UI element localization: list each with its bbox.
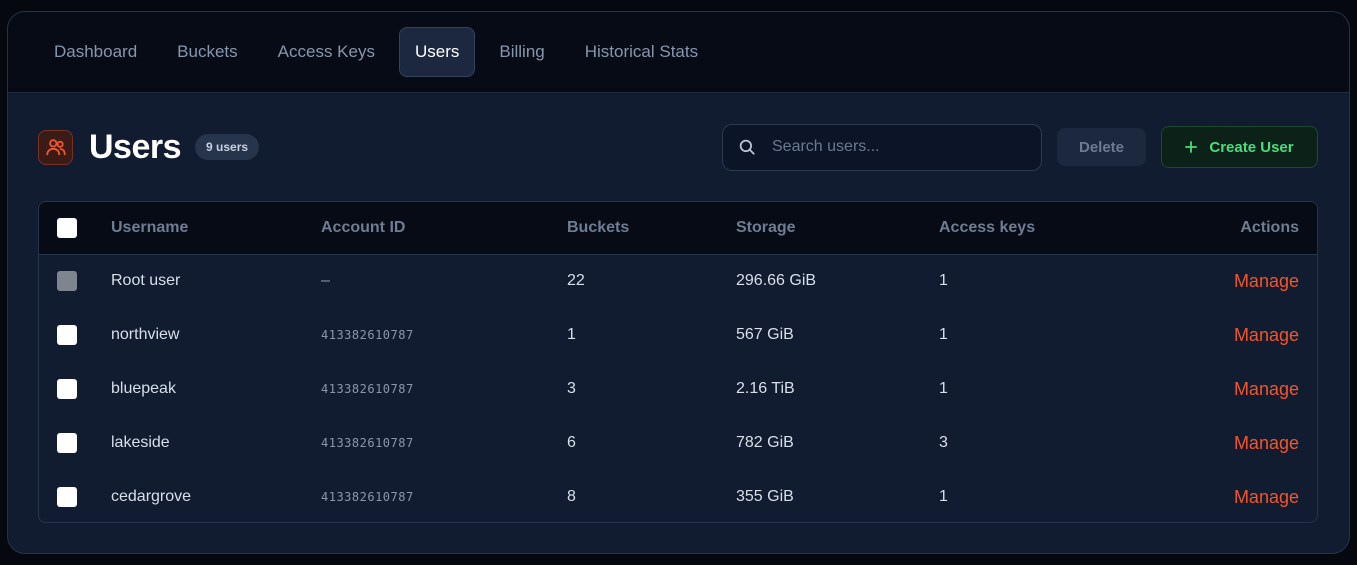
table-row: cedargrove 413382610787 8 355 GiB 1 Mana… bbox=[39, 470, 1317, 522]
row-check-cell bbox=[39, 470, 111, 522]
plus-icon bbox=[1185, 141, 1198, 153]
tab-access-keys[interactable]: Access Keys bbox=[262, 27, 391, 77]
column-header-actions: Actions bbox=[1199, 202, 1317, 255]
user-count-badge: 9 users bbox=[195, 134, 260, 160]
tab-billing[interactable]: Billing bbox=[483, 27, 560, 77]
username-cell: northview bbox=[111, 326, 180, 343]
column-header-username[interactable]: Username bbox=[111, 202, 321, 255]
account-id-cell: 413382610787 bbox=[321, 490, 414, 504]
access-keys-cell: 1 bbox=[939, 488, 948, 505]
manage-link[interactable]: Manage bbox=[1234, 487, 1299, 507]
tab-historical-stats[interactable]: Historical Stats bbox=[569, 27, 714, 77]
search-input[interactable] bbox=[772, 138, 1022, 156]
create-user-label: Create User bbox=[1209, 138, 1294, 156]
row-checkbox[interactable] bbox=[57, 325, 77, 345]
row-check-cell bbox=[39, 254, 111, 308]
row-checkbox[interactable] bbox=[57, 379, 77, 399]
search-icon bbox=[739, 139, 755, 155]
buckets-cell: 6 bbox=[567, 434, 576, 451]
actions-cell: Manage bbox=[1199, 416, 1317, 470]
manage-link[interactable]: Manage bbox=[1234, 433, 1299, 453]
actions-cell: Manage bbox=[1199, 308, 1317, 362]
account-id-cell: – bbox=[321, 272, 330, 290]
username-cell: bluepeak bbox=[111, 380, 176, 397]
account-id-cell: 413382610787 bbox=[321, 436, 414, 450]
storage-cell: 296.66 GiB bbox=[736, 272, 817, 290]
users-table: Username Account ID Buckets Storage Acce… bbox=[38, 201, 1318, 523]
table-row: bluepeak 413382610787 3 2.16 TiB 1 Manag… bbox=[39, 362, 1317, 416]
table-row: lakeside 413382610787 6 782 GiB 3 Manage bbox=[39, 416, 1317, 470]
buckets-cell: 1 bbox=[567, 326, 576, 343]
access-keys-cell: 1 bbox=[939, 272, 948, 290]
row-checkbox[interactable] bbox=[57, 487, 77, 507]
tab-buckets[interactable]: Buckets bbox=[161, 27, 253, 77]
delete-button[interactable]: Delete bbox=[1057, 128, 1146, 166]
users-icon bbox=[38, 129, 73, 165]
column-header-storage[interactable]: Storage bbox=[736, 202, 939, 255]
manage-link[interactable]: Manage bbox=[1234, 271, 1299, 291]
page-title: Users bbox=[89, 127, 182, 166]
account-id-cell: 413382610787 bbox=[321, 382, 414, 396]
storage-cell: 782 GiB bbox=[736, 434, 794, 451]
tab-dashboard[interactable]: Dashboard bbox=[38, 27, 153, 77]
access-keys-cell: 1 bbox=[939, 380, 948, 397]
column-header-buckets[interactable]: Buckets bbox=[567, 202, 736, 255]
table-header-row: Username Account ID Buckets Storage Acce… bbox=[39, 202, 1317, 255]
access-keys-cell: 1 bbox=[939, 326, 948, 343]
storage-cell: 2.16 TiB bbox=[736, 380, 795, 397]
column-header-account-id[interactable]: Account ID bbox=[321, 202, 567, 255]
actions-cell: Manage bbox=[1199, 362, 1317, 416]
app-window: Dashboard Buckets Access Keys Users Bill… bbox=[7, 11, 1350, 554]
account-id-cell: 413382610787 bbox=[321, 328, 414, 342]
row-check-cell bbox=[39, 308, 111, 362]
search-box[interactable] bbox=[722, 123, 1042, 171]
storage-cell: 567 GiB bbox=[736, 326, 794, 343]
username-cell: lakeside bbox=[111, 434, 170, 451]
manage-link[interactable]: Manage bbox=[1234, 325, 1299, 345]
row-checkbox bbox=[57, 271, 77, 292]
actions-cell: Manage bbox=[1199, 254, 1317, 308]
row-check-cell bbox=[39, 362, 111, 416]
actions-cell: Manage bbox=[1199, 470, 1317, 522]
row-check-cell bbox=[39, 416, 111, 470]
select-all-checkbox[interactable] bbox=[57, 217, 77, 238]
table-row: Root user – 22 296.66 GiB 1 Manage bbox=[39, 254, 1317, 308]
access-keys-cell: 3 bbox=[939, 434, 948, 451]
username-cell: cedargrove bbox=[111, 488, 192, 505]
buckets-cell: 22 bbox=[567, 272, 585, 290]
storage-cell: 355 GiB bbox=[736, 488, 794, 505]
tab-users[interactable]: Users bbox=[398, 27, 476, 77]
username-cell: Root user bbox=[111, 272, 181, 290]
buckets-cell: 3 bbox=[567, 380, 576, 397]
buckets-cell: 8 bbox=[567, 488, 576, 505]
table-row: northview 413382610787 1 567 GiB 1 Manag… bbox=[39, 308, 1317, 362]
row-checkbox[interactable] bbox=[57, 433, 77, 453]
select-all-cell bbox=[39, 202, 111, 255]
column-header-access-keys[interactable]: Access keys bbox=[939, 202, 1199, 255]
manage-link[interactable]: Manage bbox=[1234, 379, 1299, 399]
create-user-button[interactable]: Create User bbox=[1161, 126, 1318, 168]
top-navigation: Dashboard Buckets Access Keys Users Bill… bbox=[8, 12, 1349, 93]
page-header: Users 9 users Delete Create User bbox=[38, 123, 1318, 171]
